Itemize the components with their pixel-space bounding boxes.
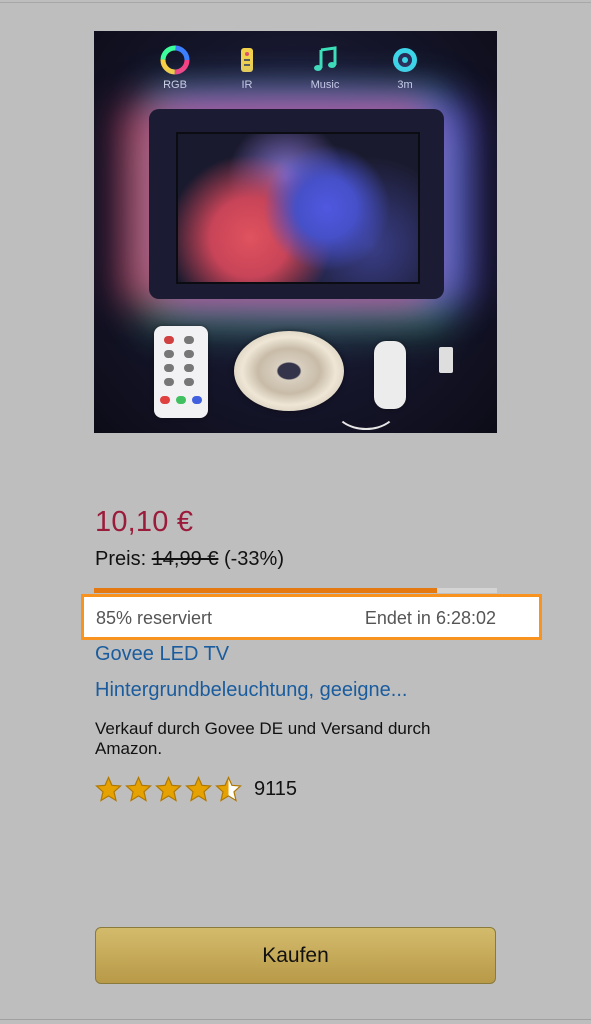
buy-button[interactable]: Kaufen	[95, 927, 496, 984]
star-icon	[185, 775, 212, 802]
feature-length: 3m	[380, 45, 430, 91]
deal-countdown: Endet in 6:28:02	[364, 608, 496, 628]
feature-rgb: RGB	[150, 45, 200, 91]
usb-plug	[439, 347, 453, 373]
led-strip-reel	[234, 331, 344, 411]
reserved-percent: 85% reserviert	[96, 608, 213, 628]
list-price-row: Preis: 14,99 € (-33%)	[95, 548, 284, 571]
list-price-label: Preis:	[95, 548, 147, 570]
deal-status-box: 85% reserviert Endet in 6:28:02	[81, 594, 542, 640]
seller-info: Verkauf durch Govee DE und Versand durch…	[95, 719, 431, 758]
deal-card: RGB IR Music 3m 10,10 € Preis: 14,99 € (…	[0, 0, 591, 1024]
deal-price: 10,10 €	[95, 506, 194, 538]
list-price: 14,99 €	[151, 548, 219, 570]
divider-top	[0, 2, 591, 3]
rating-stars	[95, 775, 245, 803]
discount-percent: (-33%)	[223, 548, 284, 570]
product-image[interactable]: RGB IR Music 3m	[94, 31, 497, 433]
feature-music-label: Music	[310, 79, 340, 91]
feature-length-label: 3m	[397, 79, 413, 91]
star-icon	[155, 775, 182, 802]
claimed-progress-fill	[94, 588, 437, 593]
remote-icon	[241, 48, 253, 72]
feature-music: Music	[300, 45, 350, 91]
star-icon	[95, 775, 122, 802]
feature-rgb-label: RGB	[163, 79, 187, 91]
music-note-icon	[314, 46, 337, 71]
remote-control	[154, 326, 208, 418]
feature-ir-label: IR	[241, 79, 253, 91]
star-icon	[215, 775, 242, 802]
feature-ir: IR	[222, 45, 272, 91]
product-title-line-2[interactable]: Hintergrundbeleuchtung, geeigne...	[95, 679, 407, 702]
tv-screen	[176, 132, 420, 284]
star-rating[interactable]: 9115	[95, 774, 297, 804]
cable	[334, 386, 398, 430]
divider-bottom	[0, 1019, 591, 1020]
review-count[interactable]: 9115	[254, 778, 297, 801]
product-title-line-1[interactable]: Govee LED TV	[95, 643, 229, 666]
light-strip-icon	[393, 48, 417, 72]
star-icon	[125, 775, 152, 802]
color-wheel-icon	[160, 45, 190, 75]
claimed-progress-bar	[94, 588, 497, 593]
